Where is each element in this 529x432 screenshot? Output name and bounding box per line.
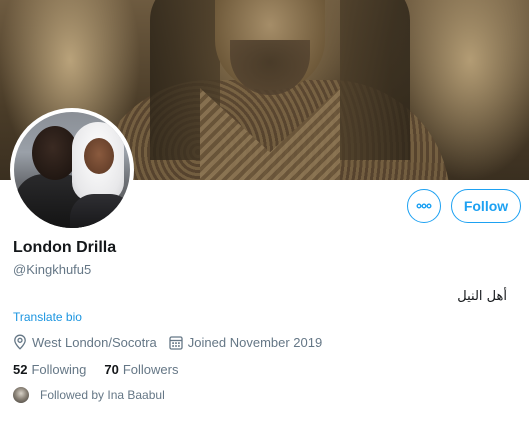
display-name: London Drilla (13, 239, 117, 256)
followed-by-row[interactable]: Followed by Ina Baabul (13, 387, 165, 403)
more-options-button[interactable] (407, 189, 441, 223)
profile-avatar[interactable] (10, 108, 134, 232)
location-text: West London/Socotra (32, 334, 157, 350)
more-horizontal-icon (416, 203, 432, 209)
follow-stats: 52 Following 70 Followers (13, 362, 178, 377)
banner-hood-right (340, 0, 410, 160)
avatar-photo (14, 112, 130, 228)
following-count: 52 (13, 362, 28, 377)
profile-bio: أهل النيل (457, 289, 507, 304)
followers-link[interactable]: 70 Followers (104, 362, 178, 377)
avatar-person-2-face (84, 138, 114, 174)
follower-avatar (13, 387, 29, 403)
following-link[interactable]: 52 Following (13, 362, 86, 377)
followed-by-text: Followed by Ina Baabul (40, 388, 165, 402)
following-label: Following (31, 362, 87, 377)
follow-button[interactable]: Follow (451, 189, 521, 223)
location-pin-icon (14, 334, 26, 350)
username-handle: @Kingkhufu5 (13, 262, 92, 277)
profile-meta: West London/Socotra Joined November 2019 (13, 334, 322, 350)
translate-bio-link[interactable]: Translate bio (13, 310, 82, 324)
location-item: West London/Socotra (13, 334, 157, 350)
followers-count: 70 (104, 362, 119, 377)
avatar-person-2-body (70, 194, 130, 228)
joined-date-text: Joined November 2019 (187, 334, 323, 350)
calendar-icon (169, 335, 183, 350)
joined-item: Joined November 2019 (169, 335, 322, 350)
followers-label: Followers (122, 362, 179, 377)
